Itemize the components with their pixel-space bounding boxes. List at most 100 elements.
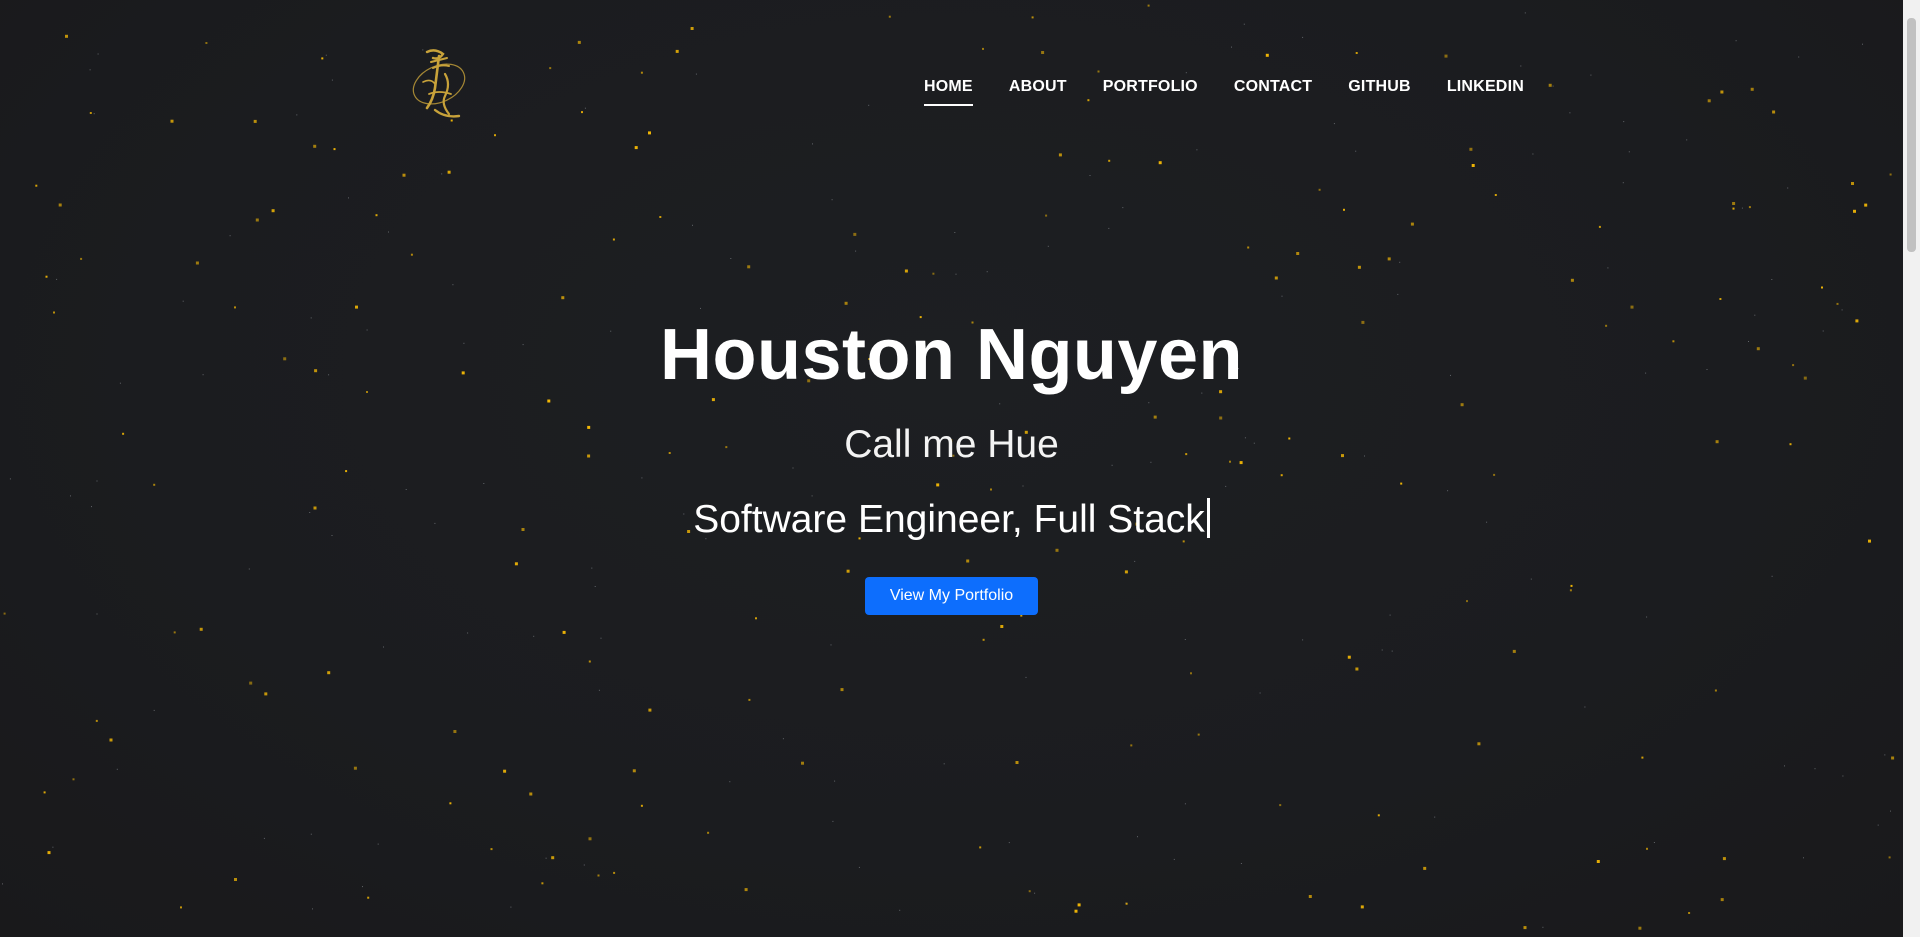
star <box>612 238 615 241</box>
dim-star <box>1333 123 1335 125</box>
dim-star <box>1862 43 1863 45</box>
nav-linkedin-link[interactable]: LINKEDIN <box>1447 78 1524 106</box>
dim-star <box>1842 775 1844 777</box>
star <box>1355 52 1358 54</box>
star <box>1851 182 1854 185</box>
dim-star <box>1569 112 1571 114</box>
dim-star <box>812 143 813 145</box>
dim-star <box>1173 858 1175 860</box>
dim-star <box>868 104 870 106</box>
star <box>1274 276 1278 280</box>
dim-star <box>955 273 957 275</box>
star <box>447 170 451 174</box>
star <box>313 144 317 148</box>
dim-star <box>56 278 58 280</box>
dim-star <box>1184 639 1186 640</box>
star <box>1646 847 1648 850</box>
scrollbar-thumb[interactable] <box>1907 18 1916 252</box>
dim-star <box>296 114 298 116</box>
dim-star <box>441 173 443 175</box>
dim-star <box>782 738 784 740</box>
star <box>707 831 710 834</box>
star <box>494 134 496 137</box>
star <box>255 218 259 222</box>
dim-star <box>182 300 184 302</box>
nav-github-link[interactable]: GITHUB <box>1348 78 1411 106</box>
calligraphy-logo-icon[interactable] <box>405 44 477 128</box>
star <box>979 846 982 849</box>
star <box>1028 890 1031 893</box>
star <box>690 27 694 30</box>
star <box>1410 222 1414 226</box>
dim-star <box>97 53 99 55</box>
dim-star <box>1281 295 1283 297</box>
star <box>581 111 583 114</box>
hero-section: Houston Nguyen Call me Hue Software Engi… <box>0 310 1903 615</box>
dim-star <box>1628 151 1630 153</box>
star <box>529 792 533 796</box>
star <box>355 305 358 309</box>
star <box>1853 209 1856 213</box>
star <box>453 730 457 733</box>
dim-star <box>1607 267 1609 269</box>
star <box>1707 99 1711 103</box>
star <box>675 49 679 53</box>
dim-star <box>584 107 586 109</box>
star <box>561 296 565 300</box>
star <box>904 269 908 273</box>
dim-star <box>600 637 602 639</box>
dim-star <box>1231 46 1232 48</box>
star <box>1190 672 1192 675</box>
hero-role-line: Software Engineer, Full Stack <box>0 494 1903 546</box>
star <box>1308 895 1312 898</box>
nav-portfolio-link[interactable]: PORTFOLIO <box>1103 78 1198 106</box>
dim-star <box>348 197 349 199</box>
star <box>1477 742 1481 746</box>
star <box>562 630 566 634</box>
star <box>1889 173 1892 176</box>
dim-star <box>116 768 118 770</box>
nav-home-link[interactable]: HOME <box>924 78 973 106</box>
star <box>234 878 237 881</box>
star <box>1596 860 1600 863</box>
star <box>1444 54 1448 58</box>
star <box>375 214 378 217</box>
view-portfolio-button[interactable]: View My Portfolio <box>864 577 1039 615</box>
star <box>1058 153 1062 157</box>
dim-star <box>583 864 585 866</box>
dim-star <box>452 284 454 286</box>
dim-star <box>1025 676 1027 678</box>
dim-star <box>1524 12 1526 14</box>
star <box>640 71 643 74</box>
star <box>1045 214 1048 217</box>
star <box>1523 926 1527 930</box>
dim-star <box>1884 754 1886 756</box>
star <box>648 131 651 135</box>
star <box>1130 744 1133 747</box>
star <box>264 692 268 696</box>
star <box>89 112 92 114</box>
nav-contact-link[interactable]: CONTACT <box>1234 78 1312 106</box>
dim-star <box>598 689 600 691</box>
dim-star <box>153 709 155 711</box>
dim-star <box>1125 902 1127 904</box>
star <box>170 119 174 123</box>
star <box>449 802 452 805</box>
dim-star <box>1381 649 1383 651</box>
star <box>333 148 336 151</box>
star <box>541 882 544 885</box>
star <box>35 184 38 187</box>
star <box>1296 252 1300 255</box>
dim-star <box>692 224 693 226</box>
star <box>402 173 406 177</box>
star <box>1357 265 1361 269</box>
dim-star <box>1623 121 1625 123</box>
star <box>597 874 600 877</box>
nav-about-link[interactable]: ABOUT <box>1009 78 1067 106</box>
star <box>72 778 75 781</box>
dim-star <box>1259 692 1261 694</box>
vertical-scrollbar[interactable] <box>1903 0 1920 937</box>
dim-star <box>1686 139 1688 141</box>
dim-star <box>1047 245 1049 247</box>
dim-star <box>263 837 265 839</box>
